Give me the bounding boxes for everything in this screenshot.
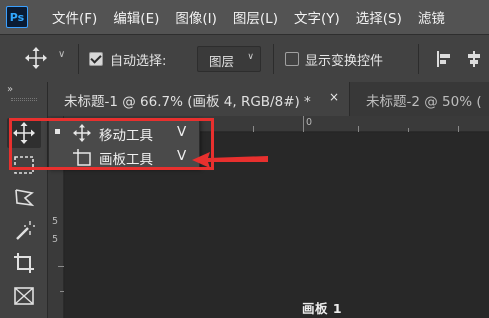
shortcut-label: V bbox=[177, 148, 187, 164]
frame-tool-button[interactable] bbox=[7, 281, 41, 311]
tools-panel: » bbox=[0, 82, 48, 318]
menu-edit[interactable]: 编辑(E) bbox=[113, 7, 159, 27]
show-transform-checkbox[interactable] bbox=[285, 52, 299, 66]
document-tabs: 未标题-1 @ 66.7% (画板 4, RGB/8#) * × 未标题-2 @… bbox=[48, 82, 489, 116]
polygonal-lasso-icon bbox=[15, 189, 35, 207]
shortcut-label: V bbox=[177, 124, 187, 140]
chevron-down-icon: ∨ bbox=[247, 52, 254, 62]
move-tool-flyout-menu: 移动工具 V 画板工具 V bbox=[48, 118, 200, 168]
ruler-label: 5 bbox=[52, 234, 59, 245]
options-bar: ∨ 自动选择: 图层 ∨ 显示变换控件 bbox=[0, 34, 489, 82]
move-tool-icon bbox=[13, 122, 35, 144]
align-center-icon[interactable] bbox=[467, 51, 481, 67]
ruler-label: 5 bbox=[52, 216, 59, 227]
menu-file[interactable]: 文件(F) bbox=[52, 7, 97, 27]
artboard-label[interactable]: 画板 1 bbox=[302, 298, 342, 317]
photoshop-logo-icon[interactable]: Ps bbox=[6, 6, 28, 28]
flyout-item-move-tool[interactable]: 移动工具 V bbox=[49, 121, 201, 145]
tab-title: 未标题-1 @ 66.7% (画板 4, RGB/8#) * bbox=[64, 94, 311, 110]
tool-preset-caret-icon[interactable]: ∨ bbox=[58, 49, 65, 60]
separator bbox=[418, 44, 419, 74]
magic-wand-icon bbox=[16, 221, 35, 240]
menu-select[interactable]: 选择(S) bbox=[356, 7, 402, 27]
panel-grip[interactable] bbox=[11, 98, 37, 101]
crop-icon bbox=[14, 253, 34, 273]
auto-select-checkbox[interactable] bbox=[89, 52, 103, 66]
move-tool-icon bbox=[73, 124, 91, 142]
artboard-tool-icon bbox=[73, 149, 91, 166]
separator bbox=[273, 44, 274, 74]
layer-select-value: 图层 bbox=[209, 54, 235, 69]
show-transform-label: 显示变换控件 bbox=[305, 54, 384, 69]
rectangular-marquee-icon bbox=[14, 156, 34, 174]
menu-layer[interactable]: 图层(L) bbox=[233, 7, 278, 27]
ruler-label: 0 bbox=[306, 117, 313, 128]
flyout-item-artboard-tool[interactable]: 画板工具 V bbox=[49, 145, 201, 169]
selected-bullet-icon bbox=[55, 129, 60, 134]
crop-tool-button[interactable] bbox=[7, 248, 41, 278]
layer-select-dropdown[interactable]: 图层 ∨ bbox=[197, 46, 261, 72]
menu-filter[interactable]: 滤镜 bbox=[418, 7, 445, 27]
collapse-panel-icon[interactable]: » bbox=[7, 84, 13, 95]
lasso-tool-button[interactable] bbox=[7, 183, 41, 213]
move-tool-icon[interactable] bbox=[25, 47, 47, 69]
tab-document-1[interactable]: 未标题-1 @ 66.7% (画板 4, RGB/8#) * × bbox=[48, 82, 350, 116]
menu-image[interactable]: 图像(I) bbox=[175, 7, 217, 27]
menu-bar: Ps 文件(F) 编辑(E) 图像(I) 图层(L) 文字(Y) 选择(S) 滤… bbox=[0, 0, 489, 34]
tab-document-2[interactable]: 未标题-2 @ 50% ( bbox=[366, 82, 482, 116]
tab-title: 未标题-2 @ 50% ( bbox=[366, 94, 482, 110]
marquee-tool-button[interactable] bbox=[7, 150, 41, 180]
frame-icon bbox=[14, 287, 34, 305]
auto-select-label: 自动选择: bbox=[110, 54, 167, 69]
flyout-item-label: 移动工具 bbox=[99, 128, 153, 144]
magic-wand-tool-button[interactable] bbox=[7, 216, 41, 246]
annotation-arrow-icon bbox=[192, 152, 268, 168]
align-left-icon[interactable] bbox=[437, 51, 451, 67]
menu-type[interactable]: 文字(Y) bbox=[294, 7, 340, 27]
close-icon[interactable]: × bbox=[329, 90, 339, 104]
separator bbox=[78, 44, 79, 74]
flyout-item-label: 画板工具 bbox=[99, 152, 153, 168]
move-tool-button[interactable] bbox=[7, 118, 41, 148]
